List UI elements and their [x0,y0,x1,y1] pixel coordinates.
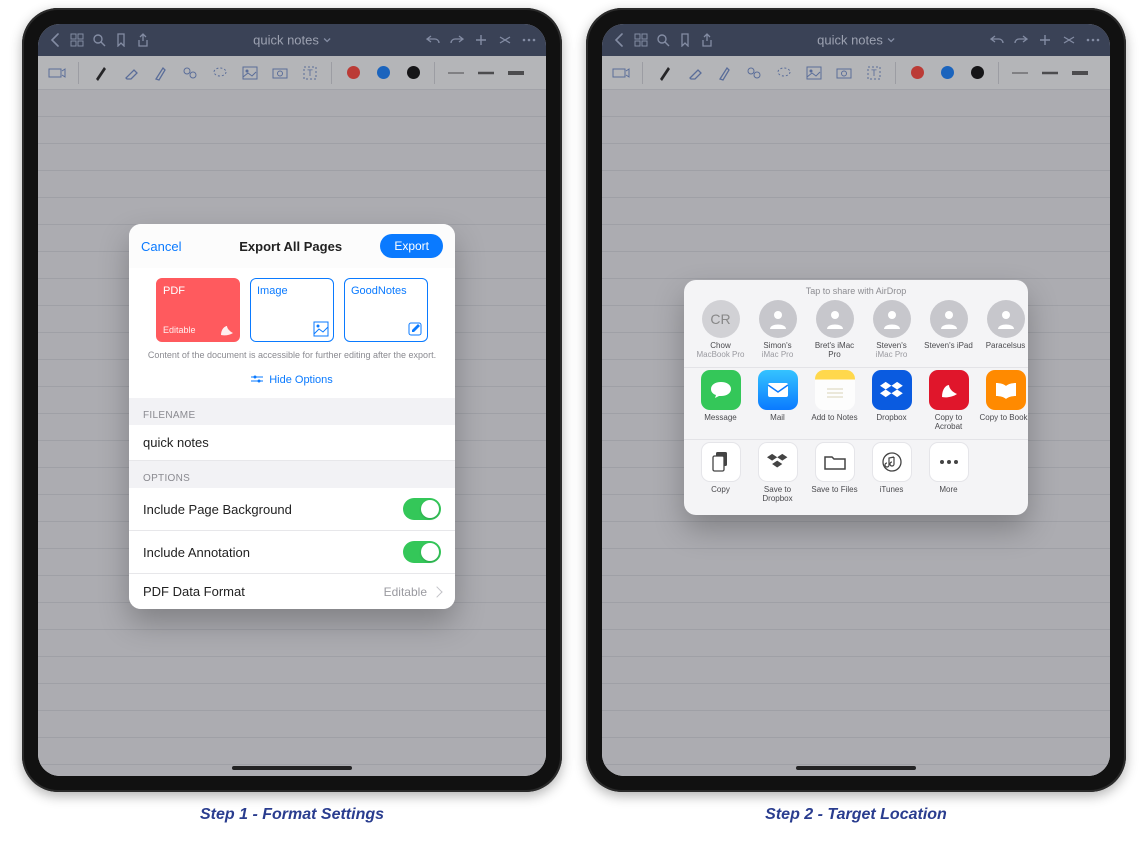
format-pdf[interactable]: PDF Editable [156,278,240,342]
option-background-row: Include Page Background [129,488,455,531]
airdrop-person[interactable]: Simon'siMac Pro [751,300,804,359]
image-format-icon [313,321,329,337]
filename-field[interactable]: quick notes [129,425,455,461]
format-label: GoodNotes [351,285,421,297]
ipad-left: quick notes [22,8,562,792]
share-app-dropbox[interactable]: Dropbox [865,370,918,431]
export-modal: Cancel Export All Pages Export PDF Edita… [129,224,455,609]
format-sub: Editable [163,325,196,335]
avatar-silhouette-icon [816,300,854,338]
modal-header: Cancel Export All Pages Export [129,224,455,268]
format-label: PDF [163,285,233,297]
screen-left: quick notes [38,24,546,776]
action-more[interactable]: More [922,442,975,503]
action-save-dropbox[interactable]: Save to Dropbox [751,442,804,503]
export-button[interactable]: Export [380,234,443,258]
avatar-silhouette-icon [987,300,1025,338]
more-dots-icon [929,442,969,482]
action-itunes[interactable]: iTunes [865,442,918,503]
message-icon [701,370,741,410]
itunes-icon [872,442,912,482]
acrobat-icon [929,370,969,410]
airdrop-person[interactable]: Steven's iPad [922,300,975,359]
filename-value: quick notes [143,435,209,450]
export-hint: Content of the document is accessible fo… [129,348,455,368]
option-format-value: Editable [384,585,427,599]
home-indicator [796,766,916,770]
avatar-silhouette-icon [873,300,911,338]
goodnotes-format-icon [407,321,423,337]
action-copy[interactable]: Copy [694,442,747,503]
share-title: Tap to share with AirDrop [684,280,1028,298]
notes-icon [815,370,855,410]
pdf-icon [219,321,235,337]
chevron-right-icon [431,586,442,597]
share-app-acrobat[interactable]: Copy to Acrobat [922,370,975,431]
option-annotation-row: Include Annotation [129,531,455,574]
step1-caption: Step 1 - Format Settings [22,806,562,824]
cancel-button[interactable]: Cancel [141,239,201,254]
options-section-label: OPTIONS [129,461,455,488]
option-annotation-toggle[interactable] [403,541,441,563]
mail-icon [758,370,798,410]
copy-icon [701,442,741,482]
option-annotation-label: Include Annotation [143,545,250,560]
sliders-icon [251,375,263,385]
share-app-notes[interactable]: Add to Notes [808,370,861,431]
option-format-label: PDF Data Format [143,584,245,599]
format-image[interactable]: Image [250,278,334,342]
dropbox-icon [872,370,912,410]
avatar-silhouette-icon [930,300,968,338]
screen-right: quick notes [602,24,1110,776]
hide-options-button[interactable]: Hide Options [129,368,455,398]
airdrop-row: CR ChowMacBook Pro Simon'siMac Pro Bret'… [684,298,1028,368]
books-icon [986,370,1026,410]
folder-icon [815,442,855,482]
action-save-files[interactable]: Save to Files [808,442,861,503]
share-sheet: Tap to share with AirDrop CR ChowMacBook… [684,280,1028,515]
avatar-initials: CR [702,300,740,338]
step2-caption: Step 2 - Target Location [586,806,1126,824]
option-background-toggle[interactable] [403,498,441,520]
modal-title: Export All Pages [201,239,380,254]
airdrop-person[interactable]: Bret's iMac Pro [808,300,861,359]
action-row: Copy Save to Dropbox Save to Files iTune… [684,440,1028,515]
avatar-silhouette-icon [759,300,797,338]
share-app-mail[interactable]: Mail [751,370,804,431]
airdrop-person[interactable]: CR ChowMacBook Pro [694,300,747,359]
filename-section-label: FILENAME [129,398,455,425]
ipad-right: quick notes [586,8,1126,792]
airdrop-person[interactable]: Steven'siMac Pro [865,300,918,359]
format-goodnotes[interactable]: GoodNotes [344,278,428,342]
format-label: Image [257,285,327,297]
home-indicator [232,766,352,770]
dropbox-outline-icon [758,442,798,482]
app-row: Message Mail Add to Notes Dropbox [684,368,1028,440]
format-row: PDF Editable Image GoodNotes [129,268,455,348]
option-format-row[interactable]: PDF Data Format Editable [129,574,455,609]
airdrop-person[interactable]: Paracelsus [979,300,1028,359]
hide-options-label: Hide Options [269,374,333,386]
share-app-message[interactable]: Message [694,370,747,431]
option-background-label: Include Page Background [143,502,292,517]
share-app-books[interactable]: Copy to Books [979,370,1028,431]
